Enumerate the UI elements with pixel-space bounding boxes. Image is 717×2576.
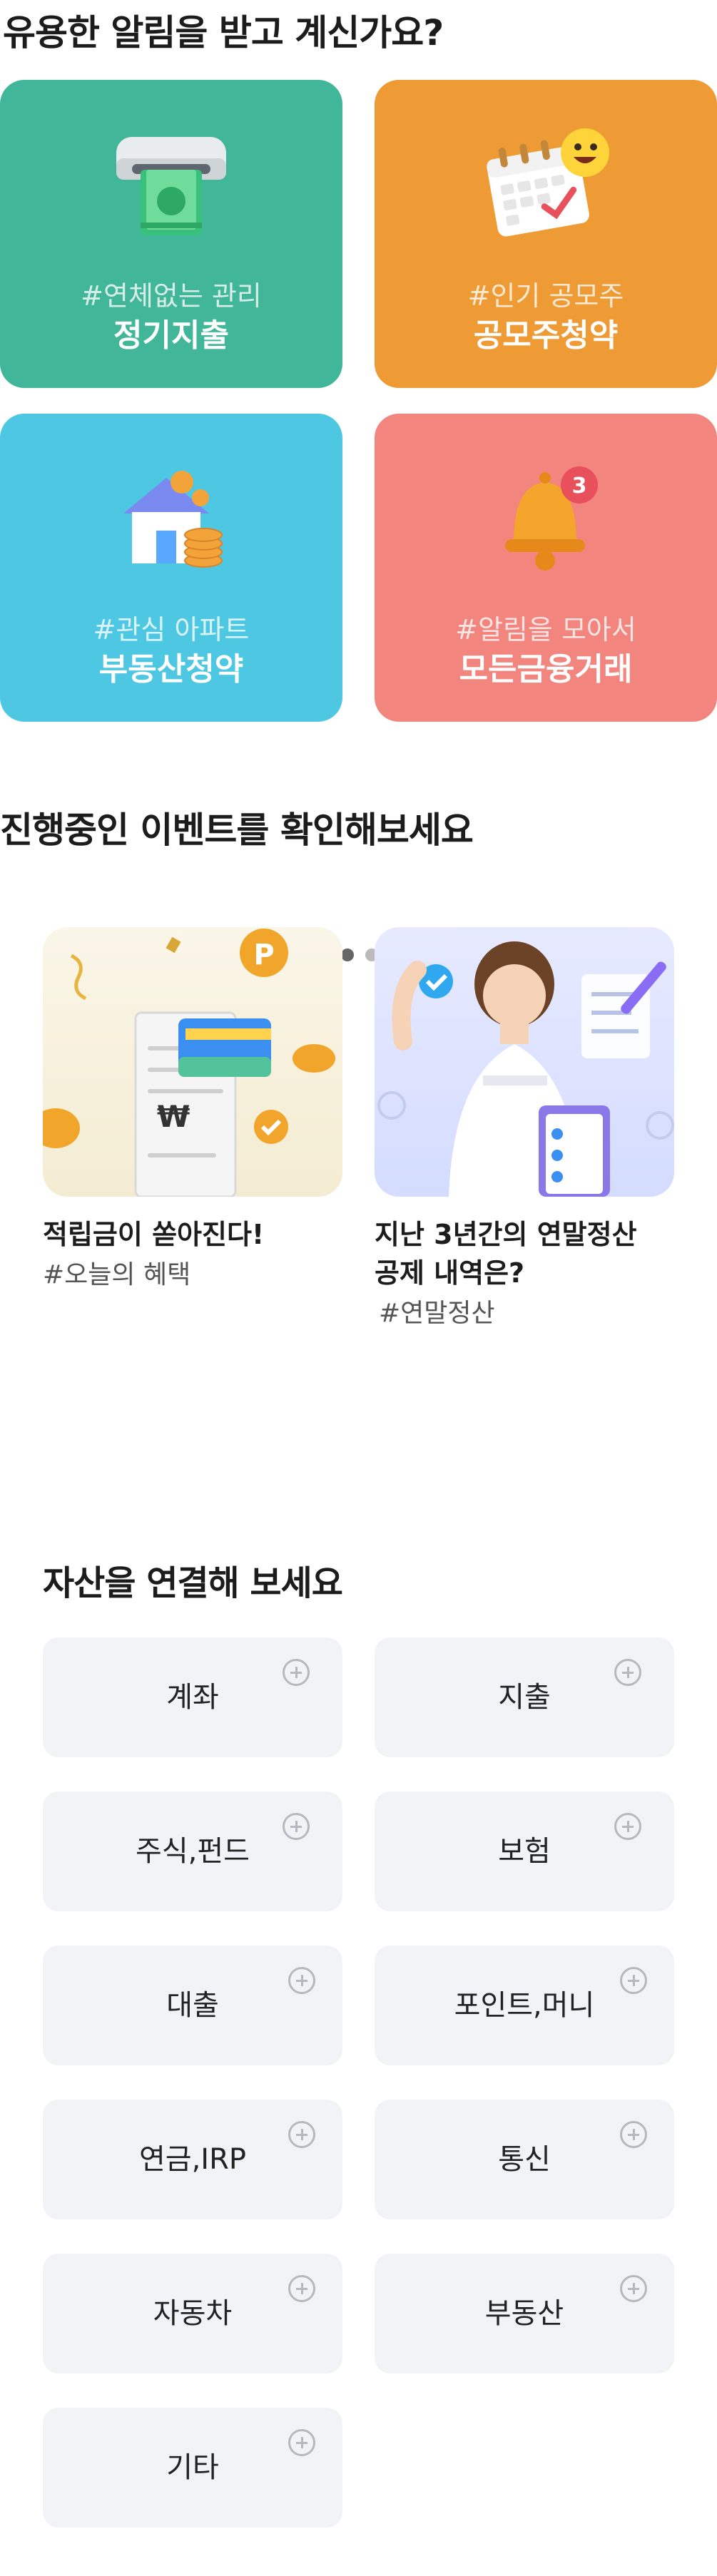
alert-card-regular-expense[interactable]: #연체없는 관리 정기지출 xyxy=(0,80,342,388)
asset-insurance[interactable]: 보험 xyxy=(375,1792,674,1911)
asset-loans[interactable]: 대출 xyxy=(43,1946,342,2065)
atm-cash-icon xyxy=(111,123,232,247)
asset-label: 부동산 xyxy=(484,2297,564,2330)
event-title-line2: 공제 내역은? xyxy=(375,1257,525,1289)
asset-label: 보험 xyxy=(498,1835,551,1868)
event-tag: #연말정산 xyxy=(379,1299,495,1328)
asset-stocks-funds[interactable]: 주식,펀드 xyxy=(43,1792,342,1911)
event-card-rewards[interactable]: ₩ P 적립금이 쏟아진다! #오늘의 혜택 xyxy=(43,927,357,1298)
asset-spending[interactable]: 지출 xyxy=(375,1637,674,1757)
alert-card-tag: #관심 아파트 xyxy=(93,614,250,645)
calendar-emoji-icon xyxy=(478,123,614,247)
plus-circle-icon xyxy=(283,1813,310,1840)
event-tag: #오늘의 혜택 xyxy=(43,1260,191,1289)
asset-label: 자동차 xyxy=(153,2297,233,2330)
plus-circle-icon xyxy=(614,1659,641,1686)
assets-heading: 자산을 연결해 보세요 xyxy=(43,1563,343,1603)
plus-circle-icon xyxy=(288,2275,315,2302)
asset-points-money[interactable]: 포인트,머니 xyxy=(375,1946,674,2065)
asset-telecom[interactable]: 통신 xyxy=(375,2100,674,2219)
asset-label: 계좌 xyxy=(166,1681,219,1714)
asset-label: 기타 xyxy=(166,2451,219,2484)
alert-card-tag: #알림을 모아서 xyxy=(455,614,636,645)
asset-label: 연금,IRP xyxy=(138,2143,247,2176)
event-title-line1: 지난 3년간의 연말정산 xyxy=(375,1219,637,1250)
asset-car[interactable]: 자동차 xyxy=(43,2254,342,2373)
asset-label: 주식,펀드 xyxy=(136,1835,250,1868)
asset-label: 대출 xyxy=(166,1989,219,2022)
plus-circle-icon xyxy=(288,2429,315,2456)
svg-text:P: P xyxy=(253,939,274,971)
receipt-won-symbol: ₩ xyxy=(157,1099,190,1134)
alert-card-title: 공모주청약 xyxy=(473,317,619,354)
woman-document-illustration xyxy=(375,927,674,1197)
house-coins-icon xyxy=(111,456,232,581)
receipt-coins-illustration: ₩ P xyxy=(43,927,342,1197)
asset-pension-irp[interactable]: 연금,IRP xyxy=(43,2100,342,2219)
plus-circle-icon xyxy=(283,1659,310,1686)
asset-label: 지출 xyxy=(498,1681,551,1714)
plus-circle-icon xyxy=(288,1967,315,1994)
bell-badge-icon: 3 xyxy=(485,456,606,581)
events-heading: 진행중인 이벤트를 확인해보세요 xyxy=(0,809,474,851)
event-card-tax-settlement[interactable]: 지난 3년간의 연말정산 공제 내역은? #연말정산 xyxy=(375,927,703,1341)
alert-card-title: 정기지출 xyxy=(113,317,229,354)
alert-card-real-estate[interactable]: #관심 아파트 부동산청약 xyxy=(0,414,342,722)
alert-card-tag: #연체없는 관리 xyxy=(81,280,262,312)
plus-circle-icon xyxy=(288,2121,315,2148)
plus-circle-icon xyxy=(614,1813,641,1840)
asset-real-estate[interactable]: 부동산 xyxy=(375,2254,674,2373)
asset-label: 포인트,머니 xyxy=(454,1989,595,2022)
alert-card-all-transactions[interactable]: 3 #알림을 모아서 모든금융거래 xyxy=(375,414,717,722)
plus-circle-icon xyxy=(620,2121,647,2148)
alert-card-ipo[interactable]: #인기 공모주 공모주청약 xyxy=(375,80,717,388)
alert-card-tag: #인기 공모주 xyxy=(467,280,624,312)
alerts-heading: 유용한 알림을 받고 계신가요? xyxy=(3,12,444,53)
alert-card-title: 모든금융거래 xyxy=(459,651,633,688)
event-title: 적립금이 쏟아진다! xyxy=(43,1219,265,1250)
bell-badge-count: 3 xyxy=(572,474,587,499)
asset-label: 통신 xyxy=(498,2143,551,2176)
alert-card-title: 부동산청약 xyxy=(98,651,244,688)
plus-circle-icon xyxy=(620,1967,647,1994)
asset-other[interactable]: 기타 xyxy=(43,2408,342,2528)
plus-circle-icon xyxy=(620,2275,647,2302)
asset-account[interactable]: 계좌 xyxy=(43,1637,342,1757)
